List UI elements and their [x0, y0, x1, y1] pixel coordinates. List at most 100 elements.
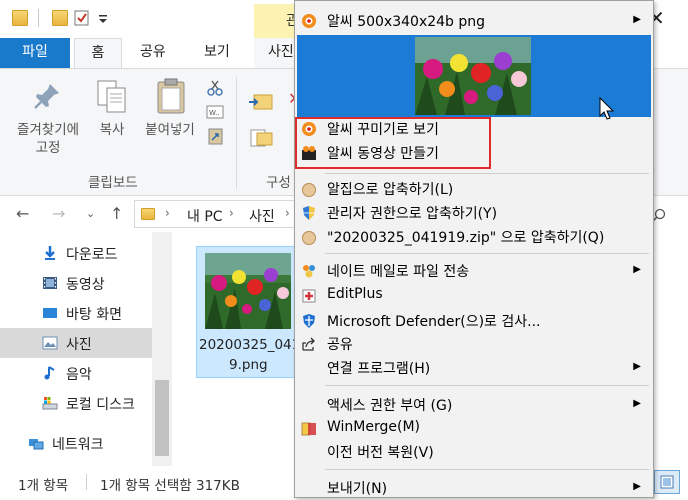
menu-item-label: 보내기(N)	[327, 481, 388, 497]
submenu-arrow-icon: ▶	[633, 14, 641, 25]
breadcrumb-this-pc[interactable]: 내 PC	[187, 206, 223, 226]
pin-label-line2: 고정	[35, 140, 61, 156]
submenu-arrow-icon: ▶	[633, 398, 641, 409]
tab-share[interactable]: 공유	[126, 38, 180, 68]
breadcrumb-separator: ›	[285, 206, 290, 220]
menu-item-editplus[interactable]: EditPlus	[295, 284, 653, 308]
navigation-pane: 다운로드 동영상 바탕 화면 사진 음악 로컬 디스크 네트워크	[0, 232, 172, 466]
editplus-icon	[302, 289, 316, 303]
folder-icon	[141, 208, 155, 220]
copy-path-icon[interactable]: W..	[206, 105, 224, 119]
nav-item-network[interactable]: 네트워크	[0, 428, 138, 458]
highlight-box	[295, 117, 491, 169]
shield-icon	[303, 206, 315, 220]
menu-item-give-access[interactable]: 액세스 권한 부여 (G) ▶	[295, 393, 653, 417]
paste-icon	[157, 78, 185, 114]
copy-button[interactable]: 복사	[92, 121, 132, 139]
menu-item-open-with[interactable]: 연결 프로그램(H) ▶	[295, 356, 653, 380]
large-icons-view-button[interactable]	[654, 470, 680, 494]
preview-image	[415, 37, 531, 115]
organize-group-label: 구성	[266, 175, 291, 191]
divider	[38, 9, 39, 27]
folder-icon	[12, 10, 28, 26]
recent-locations-chevron-icon[interactable]: ⌄	[86, 207, 95, 220]
divider	[86, 474, 87, 490]
menu-item-zip-compress[interactable]: "20200325_041919.zip" 으로 압축하기(Q)	[295, 225, 653, 249]
menu-item-admin-compress[interactable]: 관리자 권한으로 압축하기(Y)	[295, 201, 653, 225]
pin-icon	[34, 84, 59, 109]
submenu-arrow-icon: ▶	[633, 481, 641, 492]
menu-item-label: 연결 프로그램(H)	[327, 361, 431, 377]
download-arrow-icon	[45, 246, 55, 260]
up-arrow-icon[interactable]: ↑	[110, 204, 123, 223]
menu-separator	[325, 173, 649, 174]
menu-item-send-to[interactable]: 보내기(N) ▶	[295, 476, 653, 500]
menu-item-label: 공유	[327, 337, 353, 353]
defender-icon	[303, 314, 315, 328]
menu-item-label: 네이트 메일로 파일 전송	[327, 264, 470, 280]
film-icon	[43, 277, 57, 289]
share-icon	[302, 337, 315, 351]
item-count: 1개 항목	[18, 478, 69, 494]
divider	[236, 77, 237, 189]
menu-separator	[325, 469, 649, 470]
file-thumbnail	[205, 253, 291, 329]
menu-item-alzip-compress[interactable]: 알집으로 압축하기(L)	[295, 177, 653, 201]
nav-item-local-disk[interactable]: 로컬 디스크	[0, 388, 152, 418]
image-preview	[297, 35, 651, 120]
back-arrow-icon[interactable]: ←	[16, 204, 29, 223]
menu-separator	[325, 385, 649, 386]
menu-item-label: 관리자 권한으로 압축하기(Y)	[327, 206, 498, 222]
submenu-arrow-icon: ▶	[633, 361, 641, 372]
context-menu: 알씨 500x340x24b png ▶ 알씨 꾸미기로 보기 알씨 동영상 만…	[294, 0, 654, 498]
submenu-arrow-icon: ▶	[633, 264, 641, 275]
menu-item-winmerge[interactable]: WinMerge(M)	[295, 417, 653, 441]
forward-arrow-icon[interactable]: →	[52, 204, 65, 223]
menu-item-share[interactable]: 공유	[295, 332, 653, 356]
clipboard-group-label: 클립보드	[88, 175, 138, 191]
desktop-icon	[43, 308, 57, 318]
nav-item-downloads[interactable]: 다운로드	[0, 238, 152, 268]
nav-item-label: 동영상	[66, 277, 105, 293]
menu-item-label: 알씨 500x340x24b png	[327, 14, 486, 30]
tab-file[interactable]: 파일	[0, 38, 70, 68]
alzip-icon	[302, 183, 316, 197]
menu-item-label: EditPlus	[327, 286, 383, 302]
menu-item-alsee-info[interactable]: 알씨 500x340x24b png ▶	[295, 9, 653, 33]
move-to-icon[interactable]	[248, 91, 274, 113]
menu-item-label: 액세스 권한 부여 (G)	[327, 398, 453, 414]
tab-view[interactable]: 보기	[190, 38, 244, 68]
cut-icon[interactable]	[206, 79, 224, 97]
nav-item-pictures[interactable]: 사진	[0, 328, 152, 358]
qat-dropdown-icon[interactable]	[98, 10, 108, 26]
nav-item-desktop[interactable]: 바탕 화면	[0, 298, 152, 328]
copy-to-icon[interactable]	[248, 127, 274, 149]
nav-item-music[interactable]: 음악	[0, 358, 152, 388]
menu-item-label: WinMerge(M)	[327, 419, 421, 435]
properties-icon[interactable]	[74, 10, 90, 26]
nav-scrollbar-thumb[interactable]	[155, 380, 169, 456]
pin-to-quick-access-button[interactable]: 즐겨찾기에 고정	[8, 121, 88, 157]
alzip-icon	[302, 231, 316, 245]
nav-item-label: 음악	[66, 367, 92, 383]
new-folder-icon[interactable]	[52, 10, 68, 26]
winmerge-icon	[301, 422, 316, 436]
breadcrumb-pictures[interactable]: 사진	[249, 206, 275, 226]
paste-shortcut-icon[interactable]	[208, 127, 224, 145]
menu-item-label: "20200325_041919.zip" 으로 압축하기(Q)	[327, 230, 605, 246]
menu-item-nate-mail[interactable]: 네이트 메일로 파일 전송 ▶	[295, 259, 653, 283]
search-icon[interactable]	[652, 208, 666, 222]
selection-info: 1개 항목 선택함 317KB	[100, 478, 240, 494]
menu-item-label: 이전 버전 복원(V)	[327, 445, 434, 461]
tab-home[interactable]: 홈	[74, 38, 122, 68]
file-item[interactable]: 20200325_041 9.png	[196, 246, 300, 378]
nate-icon	[303, 265, 315, 278]
svg-text:W..: W..	[209, 109, 220, 117]
pictures-icon	[42, 336, 58, 350]
menu-item-defender-scan[interactable]: Microsoft Defender(으)로 검사...	[295, 309, 653, 333]
nav-item-label: 사진	[66, 337, 92, 353]
paste-button[interactable]: 붙여넣기	[138, 121, 202, 139]
menu-item-restore-previous[interactable]: 이전 버전 복원(V)	[295, 440, 653, 464]
pin-label-line1: 즐겨찾기에	[16, 122, 80, 138]
nav-item-videos[interactable]: 동영상	[0, 268, 152, 298]
